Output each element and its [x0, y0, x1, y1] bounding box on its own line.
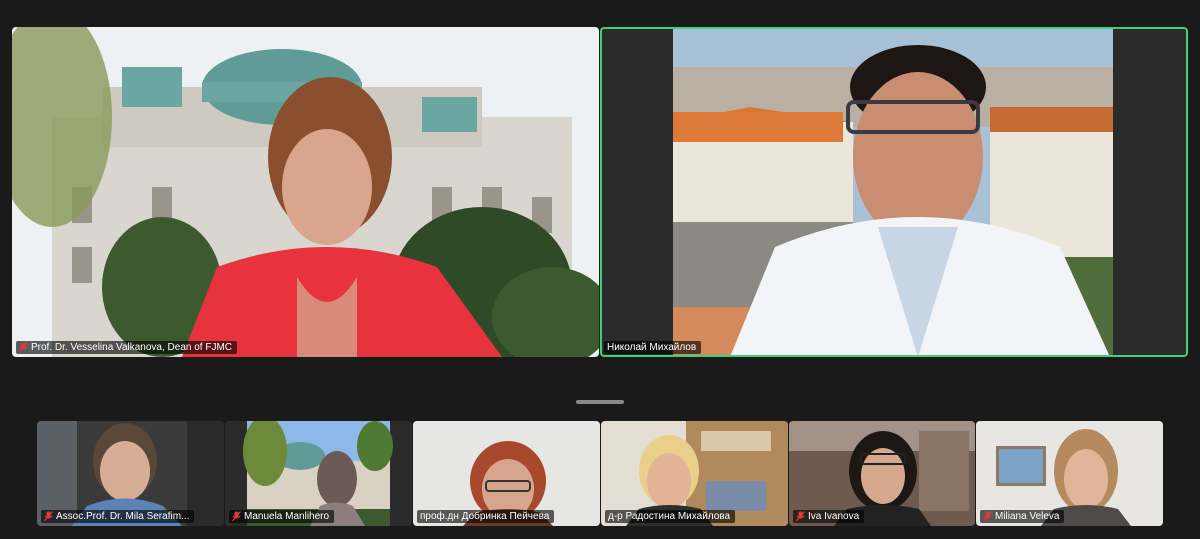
gallery-tile-5[interactable]: Iva Ivanova [789, 421, 975, 526]
gallery-4-name-tag: д-р Радостина Михайлова [605, 510, 736, 523]
gallery-2-name: Manuela Manlihero [244, 511, 330, 522]
speaker-2-name: Николай Михайлов [607, 342, 697, 353]
gallery-tile-3[interactable]: проф.дн Добринка Пейчева [413, 421, 600, 526]
speaker-1-name-tag: Prof. Dr. Vesselina Valkanova, Dean of F… [16, 341, 238, 354]
gallery-resize-handle[interactable] [576, 400, 624, 404]
gallery-tile-6[interactable]: Miliana Veleva [976, 421, 1163, 526]
gallery-4-name: д-р Радостина Михайлова [608, 511, 731, 522]
gallery-tile-2[interactable]: Manuela Manlihero [225, 421, 412, 526]
speaker-2-video [600, 27, 1188, 357]
mic-off-icon [796, 511, 805, 522]
speaker-1-video [12, 27, 599, 357]
gallery-6-name-tag: Miliana Veleva [980, 510, 1065, 523]
mic-off-icon [983, 511, 992, 522]
speaker-1-name: Prof. Dr. Vesselina Valkanova, Dean of F… [31, 342, 233, 353]
gallery-2-name-tag: Manuela Manlihero [229, 510, 335, 523]
gallery-1-name-tag: Assoc.Prof. Dr. Mila Serafim... [41, 510, 195, 523]
mic-off-icon [19, 342, 28, 353]
mic-off-icon [44, 511, 53, 522]
speaker-tile-1[interactable]: Prof. Dr. Vesselina Valkanova, Dean of F… [12, 27, 599, 357]
gallery-5-name-tag: Iva Ivanova [793, 510, 865, 523]
gallery-3-name-tag: проф.дн Добринка Пейчева [417, 510, 555, 523]
gallery-1-name: Assoc.Prof. Dr. Mila Serafim... [56, 511, 190, 522]
gallery-tile-1[interactable]: Assoc.Prof. Dr. Mila Serafim... [37, 421, 224, 526]
gallery-tile-4[interactable]: д-р Радостина Михайлова [601, 421, 788, 526]
mic-off-icon [232, 511, 241, 522]
gallery-5-name: Iva Ivanova [808, 511, 860, 522]
gallery-3-name: проф.дн Добринка Пейчева [420, 511, 550, 522]
gallery-6-name: Miliana Veleva [995, 511, 1060, 522]
speaker-tile-2[interactable]: Николай Михайлов [600, 27, 1188, 357]
speaker-2-name-tag: Николай Михайлов [604, 341, 702, 354]
